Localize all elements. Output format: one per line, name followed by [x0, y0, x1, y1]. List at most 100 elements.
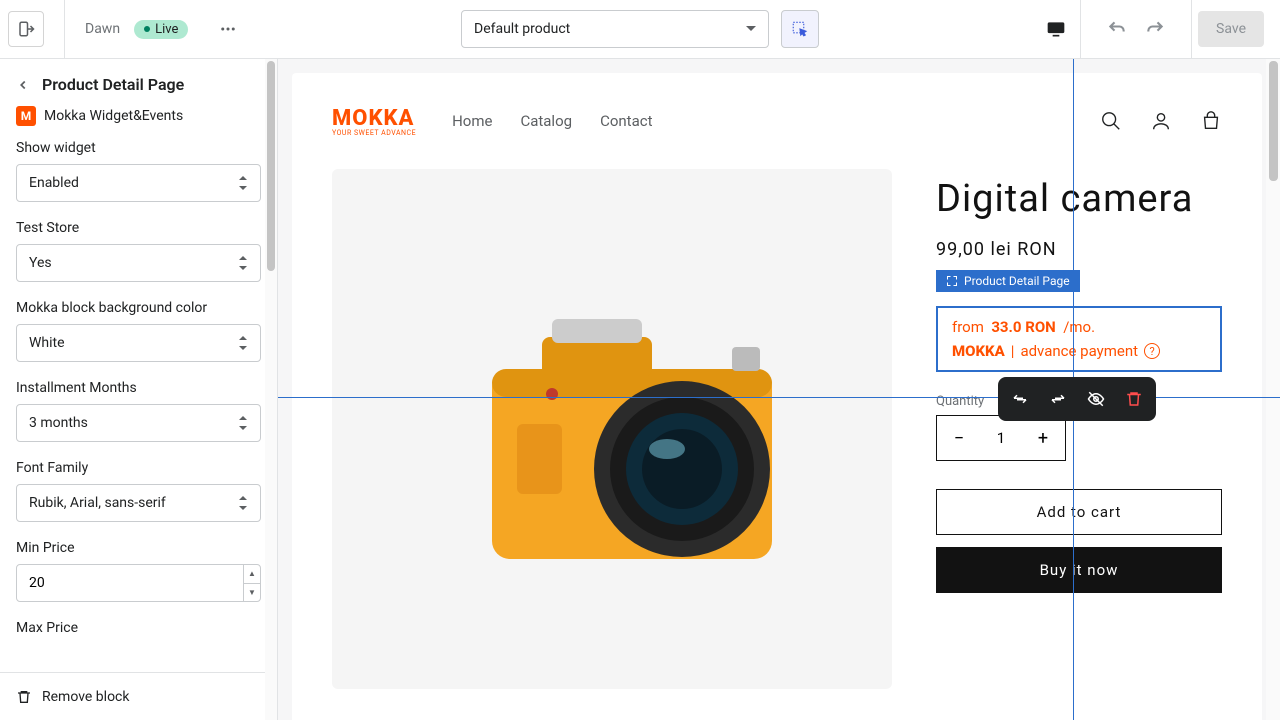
preview-pane: MOKKA YOUR SWEET ADVANCE Home Catalog Co…	[278, 59, 1280, 720]
status-text: Live	[155, 22, 178, 37]
sidebar: Product Detail Page M Mokka Widget&Event…	[0, 59, 278, 720]
quantity-increase-button[interactable]: +	[1021, 416, 1065, 460]
widget-text: advance payment	[1020, 342, 1138, 360]
store-nav: Home Catalog Contact	[452, 112, 652, 130]
topbar: Dawn Live Default product	[0, 0, 1280, 59]
sidebar-header: Product Detail Page	[0, 59, 277, 102]
product-selector-value: Default product	[474, 21, 570, 37]
field-bg-color: Mokka block background color White	[0, 300, 277, 380]
help-icon[interactable]: ?	[1144, 343, 1160, 359]
bg-color-select[interactable]: White	[16, 324, 261, 362]
font-family-select[interactable]: Rubik, Arial, sans-serif	[16, 484, 261, 522]
move-down-button[interactable]	[1044, 385, 1072, 413]
search-icon[interactable]	[1100, 110, 1122, 132]
block-selection-tag[interactable]: Product Detail Page	[936, 270, 1080, 292]
move-up-button[interactable]	[1006, 385, 1034, 413]
product-area: Digital camera 99,00 lei RON Tax include…	[292, 169, 1262, 689]
select-arrows-icon	[238, 256, 248, 270]
quantity-value: 1	[981, 416, 1021, 460]
exit-icon	[17, 20, 35, 38]
block-tag-label: Product Detail Page	[964, 274, 1070, 288]
divider	[1080, 0, 1081, 58]
nav-link-home[interactable]: Home	[452, 112, 492, 130]
buy-now-button[interactable]: Buy it now	[936, 547, 1222, 593]
stepper: ▲ ▼	[243, 565, 260, 601]
show-widget-select[interactable]: Enabled	[16, 164, 261, 202]
divider	[64, 0, 65, 58]
field-max-price: Max Price	[0, 620, 277, 662]
field-label: Font Family	[16, 460, 261, 476]
widget-brand-line: MOKKA | advance payment ?	[952, 342, 1206, 360]
viewport-button[interactable]	[1038, 11, 1074, 47]
product-title: Digital camera	[936, 177, 1222, 221]
product-image[interactable]	[332, 169, 892, 689]
chevron-left-icon	[16, 78, 30, 92]
ellipsis-icon	[219, 20, 237, 38]
quantity-decrease-button[interactable]: −	[937, 416, 981, 460]
account-icon[interactable]	[1150, 110, 1172, 132]
select-value: Rubik, Arial, sans-serif	[29, 495, 166, 511]
select-value: 3 months	[29, 415, 88, 431]
inspector-toggle-button[interactable]	[781, 10, 819, 48]
mokka-widget-block[interactable]: from 33.0 RON /mo. MOKKA | advance payme…	[936, 306, 1222, 372]
remove-block-label: Remove block	[42, 689, 129, 705]
widget-divider: |	[1011, 342, 1015, 360]
status-dot-icon	[144, 26, 150, 32]
installments-select[interactable]: 3 months	[16, 404, 261, 442]
more-actions-button[interactable]	[212, 13, 244, 45]
field-label: Mokka block background color	[16, 300, 261, 316]
select-value: White	[29, 335, 65, 351]
field-test-store: Test Store Yes	[0, 220, 277, 300]
store-logo[interactable]: MOKKA YOUR SWEET ADVANCE	[332, 106, 416, 137]
remove-block-button[interactable]: Remove block	[0, 672, 277, 720]
hide-button[interactable]	[1082, 385, 1110, 413]
product-price: 99,00 lei RON	[936, 239, 1222, 260]
inspector-icon	[791, 20, 809, 38]
logo-tagline: YOUR SWEET ADVANCE	[332, 129, 416, 137]
move-up-icon	[1011, 390, 1029, 408]
select-arrows-icon	[238, 496, 248, 510]
nav-link-contact[interactable]: Contact	[600, 112, 652, 130]
nav-link-catalog[interactable]: Catalog	[520, 112, 572, 130]
save-button[interactable]: Save	[1198, 11, 1264, 47]
select-arrows-icon	[238, 416, 248, 430]
divider	[1191, 0, 1192, 58]
preview-scroll-thumb[interactable]	[1269, 61, 1278, 181]
preview-scrollbar[interactable]	[1266, 59, 1280, 720]
cart-icon[interactable]	[1200, 110, 1222, 132]
mokka-app-icon: M	[16, 106, 36, 126]
redo-icon	[1145, 19, 1165, 39]
select-arrows-icon	[238, 336, 248, 350]
min-price-input-wrap: ▲ ▼	[16, 564, 261, 602]
sidebar-scroll[interactable]: Product Detail Page M Mokka Widget&Event…	[0, 59, 277, 672]
product-selector[interactable]: Default product	[461, 10, 769, 48]
eye-off-icon	[1087, 390, 1105, 408]
step-up-button[interactable]: ▲	[244, 565, 260, 584]
sidebar-scrollbar[interactable]	[265, 59, 277, 720]
field-label: Show widget	[16, 140, 261, 156]
exit-editor-button[interactable]	[8, 11, 44, 47]
back-button[interactable]	[16, 78, 30, 92]
field-label: Min Price	[16, 540, 261, 556]
add-to-cart-button[interactable]: Add to cart	[936, 489, 1222, 535]
delete-button[interactable]	[1120, 385, 1148, 413]
step-down-button[interactable]: ▼	[244, 584, 260, 602]
field-min-price: Min Price ▲ ▼	[0, 540, 277, 620]
widget-app-name: Mokka Widget&Events	[44, 108, 183, 124]
topbar-left: Dawn Live	[8, 0, 244, 58]
sidebar-scroll-thumb[interactable]	[267, 61, 275, 271]
field-font-family: Font Family Rubik, Arial, sans-serif	[0, 460, 277, 540]
undo-button[interactable]	[1101, 13, 1133, 45]
main-layout: Product Detail Page M Mokka Widget&Event…	[0, 59, 1280, 720]
move-down-icon	[1049, 390, 1067, 408]
quantity-control: − 1 +	[936, 415, 1066, 461]
redo-button[interactable]	[1139, 13, 1171, 45]
sidebar-widget-row[interactable]: M Mokka Widget&Events	[0, 102, 277, 140]
min-price-input[interactable]	[29, 575, 243, 591]
select-arrows-icon	[238, 176, 248, 190]
status-badge: Live	[134, 20, 188, 39]
test-store-select[interactable]: Yes	[16, 244, 261, 282]
undo-redo-group	[1087, 13, 1185, 45]
select-value: Enabled	[29, 175, 79, 191]
store-header: MOKKA YOUR SWEET ADVANCE Home Catalog Co…	[292, 73, 1262, 169]
